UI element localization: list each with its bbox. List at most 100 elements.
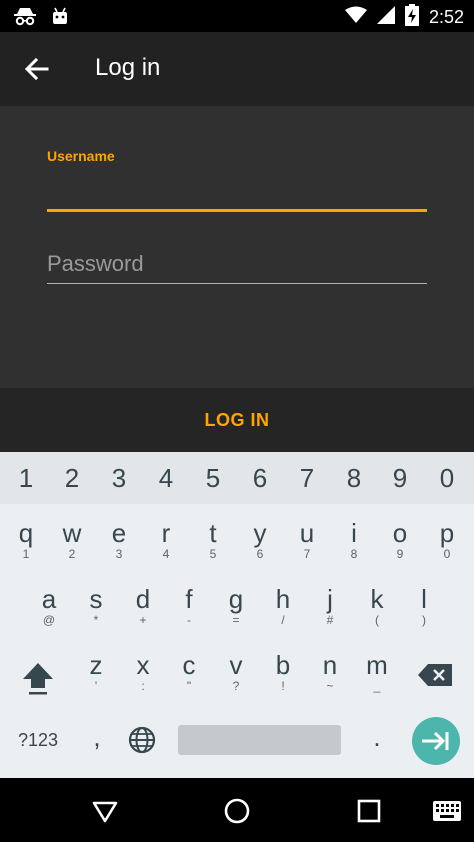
letter-key[interactable]: r4: [146, 518, 186, 560]
letter-key[interactable]: c ": [169, 650, 209, 692]
number-key[interactable]: 0: [427, 452, 467, 504]
letter-key[interactable]: a @: [29, 584, 69, 626]
login-button[interactable]: LOG IN: [205, 410, 270, 431]
number-key[interactable]: 6: [240, 452, 280, 504]
login-bar: LOG IN: [0, 388, 474, 452]
key-letter: y: [253, 518, 267, 548]
key-letter: w: [62, 518, 82, 548]
username-field[interactable]: [47, 172, 427, 208]
number-key[interactable]: 5: [193, 452, 233, 504]
key-letter: r: [161, 518, 171, 548]
letter-key[interactable]: v?: [216, 650, 256, 692]
key-alt-symbol: :: [141, 679, 145, 693]
app-bar: Log in: [0, 32, 474, 106]
symbols-key[interactable]: ?123: [10, 728, 66, 752]
letter-key[interactable]: y6: [240, 518, 280, 560]
key-alt-symbol: *: [93, 613, 99, 627]
key-alt-symbol: -: [187, 613, 191, 627]
letter-key[interactable]: t5: [193, 518, 233, 560]
key-letter: v: [229, 650, 243, 680]
key-alt-symbol: 1: [22, 547, 30, 561]
key-letter: s: [89, 584, 103, 614]
wifi-icon: [344, 6, 367, 28]
number-key[interactable]: 3: [99, 452, 139, 504]
key-letter: h: [275, 584, 291, 614]
letter-key[interactable]: b!: [263, 650, 303, 692]
symbols-key-label: ?123: [17, 730, 59, 750]
number-key[interactable]: 7: [287, 452, 327, 504]
number-key[interactable]: 9: [380, 452, 420, 504]
key-letter: a: [41, 584, 57, 614]
letter-key[interactable]: e3: [99, 518, 139, 560]
key-letter: c: [182, 650, 196, 680]
globe-icon: [128, 726, 156, 754]
nav-back-button[interactable]: [92, 798, 118, 824]
back-button[interactable]: [22, 54, 52, 84]
password-field[interactable]: Password: [47, 251, 427, 281]
letter-key[interactable]: g =: [216, 584, 256, 626]
letter-key[interactable]: q1: [6, 518, 46, 560]
key-letter: g: [228, 584, 244, 614]
key-alt-symbol: _: [373, 679, 381, 693]
shift-key[interactable]: [18, 657, 58, 697]
key-alt-symbol: (: [375, 613, 379, 627]
letter-key[interactable]: u7: [287, 518, 327, 560]
comma-key-label: ,: [93, 722, 101, 752]
username-underline: [47, 209, 427, 212]
key-alt-symbol: 7: [303, 547, 311, 561]
key-letter: m: [366, 650, 388, 680]
key-letter: u: [299, 518, 315, 548]
letter-key[interactable]: s *: [76, 584, 116, 626]
letter-key[interactable]: m _: [357, 650, 397, 692]
number-key[interactable]: 4: [146, 452, 186, 504]
nav-recents-button[interactable]: [356, 798, 382, 824]
incognito-icon: [12, 6, 38, 30]
language-key[interactable]: [126, 724, 158, 756]
letter-key[interactable]: p0: [427, 518, 467, 560]
key-letter: x: [136, 650, 150, 680]
key-alt-symbol: ): [422, 613, 426, 627]
key-alt-symbol: 0: [443, 547, 451, 561]
letter-key[interactable]: h /: [263, 584, 303, 626]
key-alt-symbol: ": [186, 679, 192, 693]
key-alt-symbol: =: [232, 613, 240, 627]
letter-key[interactable]: z ': [76, 650, 116, 692]
letter-key[interactable]: l): [404, 584, 444, 626]
number-key[interactable]: 8: [334, 452, 374, 504]
key-alt-symbol: 5: [209, 547, 217, 561]
key-letter: k: [370, 584, 384, 614]
number-row: 1234567890: [0, 452, 474, 504]
letter-key[interactable]: x:: [123, 650, 163, 692]
nav-home-button[interactable]: [223, 797, 251, 825]
key-alt-symbol: 9: [396, 547, 404, 561]
letter-key[interactable]: o9: [380, 518, 420, 560]
key-letter: e: [111, 518, 127, 548]
key-alt-symbol: 6: [256, 547, 264, 561]
navigation-bar: [0, 778, 474, 842]
letter-key[interactable]: n ~: [310, 650, 350, 692]
number-key[interactable]: 2: [52, 452, 92, 504]
key-alt-symbol: ': [94, 679, 98, 693]
number-key[interactable]: 1: [6, 452, 46, 504]
comma-key[interactable]: ,: [82, 722, 112, 752]
period-key[interactable]: .: [364, 722, 390, 752]
letter-key[interactable]: w2: [52, 518, 92, 560]
next-key[interactable]: [412, 717, 460, 765]
key-alt-symbol: +: [139, 613, 147, 627]
recents-square-icon: [357, 799, 381, 823]
letter-key[interactable]: k(: [357, 584, 397, 626]
key-alt-symbol: ?: [232, 679, 240, 693]
key-letter: q: [18, 518, 34, 548]
key-letter: j: [327, 584, 333, 614]
backspace-key[interactable]: [416, 658, 456, 692]
letter-key[interactable]: d +: [123, 584, 163, 626]
keyboard-switch-button[interactable]: [432, 800, 462, 822]
letter-key[interactable]: j #: [310, 584, 350, 626]
space-bar[interactable]: [178, 725, 341, 755]
letter-key[interactable]: i8: [334, 518, 374, 560]
username-label: Username: [47, 148, 115, 164]
letter-key[interactable]: f-: [169, 584, 209, 626]
shift-icon: [23, 663, 53, 695]
key-letter: d: [135, 584, 151, 614]
home-circle-icon: [224, 798, 250, 824]
